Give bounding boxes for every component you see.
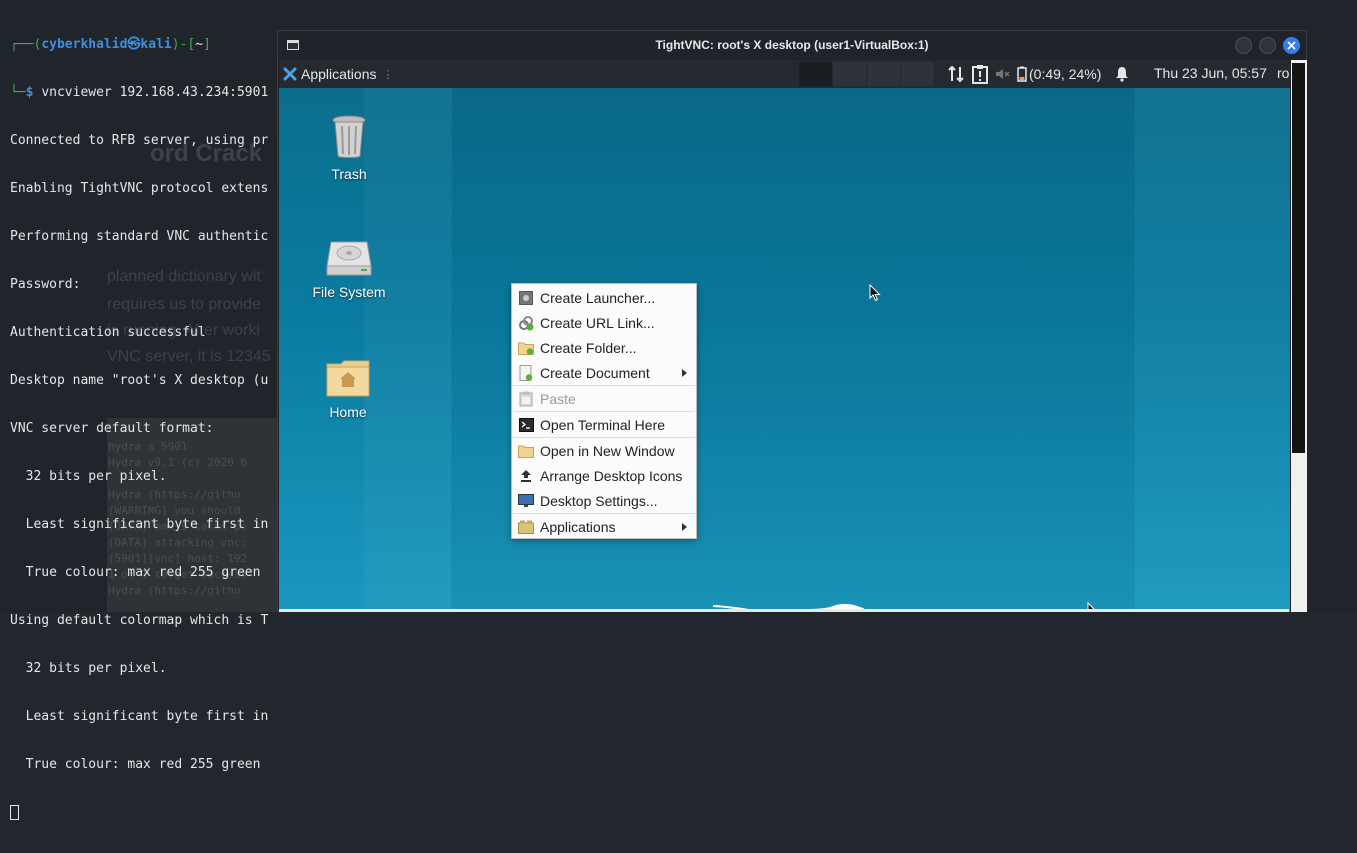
menu-item-desktop-settings[interactable]: Desktop Settings... [513,488,695,513]
network-icon[interactable] [947,65,965,83]
arrange-icon [518,468,534,484]
terminal-cursor-line [10,805,268,821]
terminal-icon [518,417,534,433]
workspace-3[interactable] [867,62,901,86]
desktop-icon-filesystem[interactable]: File System [304,238,394,300]
desktop-icon-label: File System [312,284,386,300]
output-line: Least significant byte first in [10,517,269,532]
menu-item-create-document[interactable]: Create Document [513,360,695,385]
submenu-arrow-icon [682,522,687,531]
output-line: True colour: max red 255 green [10,757,261,772]
menu-item-create-url-link[interactable]: Create URL Link... [513,310,695,335]
output-line: Enabling TightVNC protocol extens [10,181,269,196]
menu-item-paste[interactable]: Paste [513,386,695,411]
minimize-button[interactable] [1235,37,1252,54]
battery-text: (0:49, 24%) [1029,66,1102,82]
desktop-icon-label: Home [329,404,367,420]
volume-muted-icon[interactable] [995,67,1011,81]
mouse-pointer-icon [869,284,881,302]
notification-bell-icon[interactable] [1115,66,1129,82]
output-line: True colour: max red 255 green [10,565,261,580]
menu-item-arrange-desktop-icons[interactable]: Arrange Desktop Icons [513,463,695,488]
prompt-user: cyberkhalid [41,37,128,52]
folder-icon [518,443,534,459]
menu-item-open-in-new-window[interactable]: Open in New Window [513,438,695,463]
panel-clock[interactable]: Thu 23 Jun, 05:57 [1154,65,1267,81]
prompt-dir: ~ [195,37,204,52]
output-line: Connected to RFB server, using pr [10,133,269,148]
workspace-2[interactable] [833,62,867,86]
workspace-switcher [799,62,935,86]
vnc-titlebar[interactable]: TightVNC: root's X desktop (user1-Virtua… [278,31,1306,60]
menu-item-create-folder[interactable]: Create Folder... [513,335,695,360]
menu-item-applications[interactable]: Applications [513,514,695,539]
xfce-logo-icon [283,67,297,81]
url-link-icon [518,315,534,331]
applications-menu-button[interactable]: Applications ⋮ [283,65,394,83]
output-line: 32 bits per pixel. [10,469,167,484]
launcher-icon [518,290,534,306]
close-button[interactable] [1283,37,1300,54]
applications-icon [518,519,534,535]
output-line: Password: [10,277,81,292]
output-line: Performing standard VNC authentic [10,229,269,244]
output-line: Authentication successful [10,325,206,340]
terminal-cursor [10,805,19,820]
vnc-viewer-window[interactable]: TightVNC: root's X desktop (user1-Virtua… [277,30,1307,612]
terminal-output: ┌──(cyberkhalid㉿kali)-[~] └─$ vncviewer … [10,5,268,853]
output-line: 32 bits per pixel. [10,661,167,676]
system-tray: (0:49, 24%) [947,64,1135,84]
battery-indicator[interactable]: (0:49, 24%) [1017,66,1109,82]
command-text: vncviewer 192.168.43.234:5901 [41,85,269,100]
monitor-icon [518,493,534,509]
workspace-4[interactable] [901,62,935,86]
home-folder-icon [326,360,370,397]
prompt-at: ㉿ [127,37,141,52]
hard-drive-icon [326,241,372,276]
battery-icon [1017,66,1027,82]
prompt-host: kali [140,37,172,52]
close-icon [1287,41,1296,50]
prompt-line: ┌──(cyberkhalid㉿kali)-[~] [10,37,211,52]
output-line: Using default colormap which is T [10,613,269,628]
desktop-icon-label: Trash [331,166,367,182]
paste-icon [518,391,534,407]
output-line: Desktop name "root's X desktop (u [10,373,269,388]
xfce-top-panel: Applications ⋮ (0:49, 24%) Thu 23 Jun, 0… [279,60,1290,88]
scrollbar-thumb[interactable] [1292,63,1305,453]
output-line: Least significant byte first in [10,709,269,724]
vnc-vertical-scrollbar[interactable] [1291,60,1307,612]
panel-user[interactable]: ro [1277,65,1289,81]
desktop-icon-home[interactable]: Home [303,358,393,420]
maximize-button[interactable] [1259,37,1276,54]
menu-item-open-terminal-here[interactable]: Open Terminal Here [513,412,695,437]
menu-item-create-launcher[interactable]: Create Launcher... [513,285,695,310]
panel-grip-icon: ⋮ [382,68,394,81]
desktop-icon-trash[interactable]: Trash [304,114,394,182]
remote-desktop[interactable]: Applications ⋮ (0:49, 24%) Thu 23 Jun, 0… [279,60,1290,612]
wallpaper-band [1134,88,1290,612]
output-line: VNC server default format: [10,421,214,436]
desktop-context-menu: Create Launcher... Create URL Link... Cr… [511,283,697,539]
trash-icon [332,115,366,158]
clipboard-icon[interactable] [971,64,989,84]
vnc-window-title: TightVNC: root's X desktop (user1-Virtua… [655,38,929,52]
applications-label: Applications [301,66,377,82]
folder-add-icon [518,340,534,356]
submenu-arrow-icon [682,368,687,377]
command-line: └─$ vncviewer 192.168.43.234:5901 [10,85,269,100]
workspace-1[interactable] [799,62,833,86]
document-add-icon [518,364,534,381]
